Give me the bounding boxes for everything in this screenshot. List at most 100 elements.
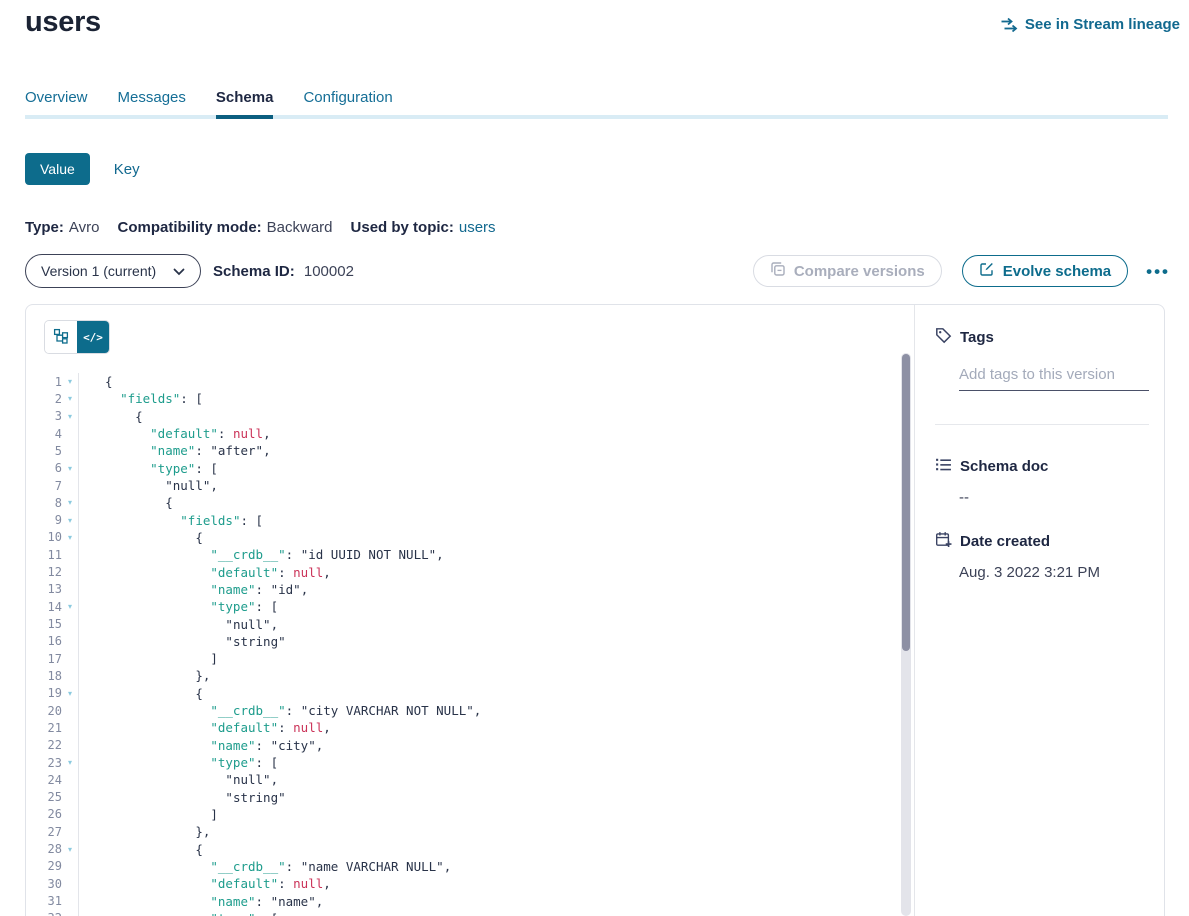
code-text: "name": "after", (78, 443, 271, 458)
collapse-toggle[interactable]: ▾ (62, 845, 78, 854)
code-line: 29 "__crdb__": "name VARCHAR NULL", (26, 858, 914, 875)
value-toggle-button[interactable]: Value (25, 153, 90, 185)
code-view-button[interactable]: </> (77, 321, 109, 353)
code-line: 10▾ { (26, 529, 914, 546)
line-number: 9 (26, 513, 62, 527)
see-in-stream-lineage-link[interactable]: See in Stream lineage (1000, 16, 1180, 33)
evolve-schema-button[interactable]: Evolve schema (962, 255, 1128, 287)
schema-doc-section: Schema doc -- (935, 456, 1149, 506)
sidebar-divider (935, 424, 1149, 425)
meta-value: Avro (69, 219, 100, 236)
code-text: "__crdb__": "id UUID NOT NULL", (78, 547, 444, 562)
code-text: { (78, 374, 113, 389)
code-text: "default": null, (78, 426, 271, 441)
schema-panel: </> 1▾{2▾ "fields": [3▾ {4 "default": nu… (25, 304, 1165, 916)
code-line: 11 "__crdb__": "id UUID NOT NULL", (26, 546, 914, 563)
tree-view-button[interactable] (45, 321, 77, 353)
tags-section: Tags (935, 327, 1149, 391)
line-number: 2 (26, 392, 62, 406)
date-created-section: Date created Aug. 3 2022 3:21 PM (935, 531, 1149, 581)
line-number: 19 (26, 686, 62, 700)
line-number: 14 (26, 600, 62, 614)
more-options-button[interactable]: ••• (1144, 259, 1172, 284)
line-number: 25 (26, 790, 62, 804)
compare-versions-icon (770, 261, 786, 281)
chevron-down-icon (173, 263, 185, 279)
schema-page: users See in Stream lineage Overview Mess… (0, 0, 1189, 916)
code-line: 3▾ { (26, 408, 914, 425)
collapse-toggle[interactable]: ▾ (62, 533, 78, 542)
code-pane: </> 1▾{2▾ "fields": [3▾ {4 "default": nu… (26, 305, 914, 916)
collapse-toggle[interactable]: ▾ (62, 394, 78, 403)
code-line: 1▾{ (26, 373, 914, 390)
tab-overview[interactable]: Overview (25, 89, 88, 115)
collapse-toggle[interactable]: ▾ (62, 516, 78, 525)
schema-id-value: 100002 (304, 263, 354, 280)
code-line: 4 "default": null, (26, 425, 914, 442)
date-created-title: Date created (960, 533, 1050, 551)
schema-id: Schema ID: 100002 (213, 263, 354, 280)
scrollbar[interactable] (901, 353, 911, 916)
used-by-topic-link[interactable]: users (459, 219, 496, 236)
meta-item: Type:Avro (25, 219, 99, 236)
meta-item: Used by topic:users (351, 219, 496, 236)
line-number: 21 (26, 721, 62, 735)
collapse-toggle[interactable]: ▾ (62, 689, 78, 698)
stream-lineage-icon (1000, 17, 1018, 33)
page-title: users (25, 6, 101, 39)
tabs-underline (25, 115, 1168, 119)
line-number: 29 (26, 859, 62, 873)
code-line: 24 "null", (26, 771, 914, 788)
date-created-value: Aug. 3 2022 3:21 PM (959, 564, 1149, 581)
code-text: { (78, 842, 203, 857)
code-text: ] (78, 651, 218, 666)
code-text: "name": "city", (78, 738, 323, 753)
tab-messages[interactable]: Messages (118, 89, 186, 115)
schema-meta: Type:Avro Compatibility mode:Backward Used… (25, 219, 496, 236)
line-number: 13 (26, 582, 62, 596)
code-text: "null", (78, 478, 218, 493)
list-icon (935, 456, 952, 478)
collapse-toggle[interactable]: ▾ (62, 602, 78, 611)
code-text: "type": [ (78, 755, 278, 770)
code-text: "null", (78, 772, 278, 787)
code-line: 9▾ "fields": [ (26, 512, 914, 529)
code-text: { (78, 530, 203, 545)
code-line: 31 "name": "name", (26, 892, 914, 909)
line-number: 5 (26, 444, 62, 458)
compare-versions-button[interactable]: Compare versions (753, 255, 942, 287)
collapse-toggle[interactable]: ▾ (62, 498, 78, 507)
code-line: 16 "string" (26, 633, 914, 650)
tab-configuration[interactable]: Configuration (303, 89, 392, 115)
code-line: 32▾ "type": [ (26, 910, 914, 916)
version-select[interactable]: Version 1 (current) (25, 254, 201, 288)
code-text: "string" (78, 634, 286, 649)
code-text: }, (78, 668, 210, 683)
key-toggle-button[interactable]: Key (114, 161, 140, 178)
tab-schema[interactable]: Schema (216, 89, 274, 115)
schema-doc-title: Schema doc (960, 458, 1048, 476)
code-text: { (78, 409, 143, 424)
code-line: 17 ] (26, 650, 914, 667)
code-line: 30 "default": null, (26, 875, 914, 892)
code-line: 14▾ "type": [ (26, 598, 914, 615)
line-number: 30 (26, 877, 62, 891)
collapse-toggle[interactable]: ▾ (62, 758, 78, 767)
line-number: 24 (26, 773, 62, 787)
collapse-toggle[interactable]: ▾ (62, 377, 78, 386)
tags-input[interactable] (959, 366, 1149, 391)
code-line: 7 "null", (26, 477, 914, 494)
scrollbar-thumb[interactable] (902, 354, 910, 651)
schema-doc-value: -- (959, 489, 1149, 506)
line-number: 1 (26, 375, 62, 389)
collapse-toggle[interactable]: ▾ (62, 464, 78, 473)
code-text: ] (78, 807, 218, 822)
code-text: "name": "id", (78, 582, 308, 597)
meta-value: Backward (267, 219, 333, 236)
code-text: "type": [ (78, 461, 218, 476)
code-line: 21 "default": null, (26, 719, 914, 736)
line-number: 26 (26, 807, 62, 821)
code-line: 12 "default": null, (26, 563, 914, 580)
collapse-toggle[interactable]: ▾ (62, 412, 78, 421)
meta-item: Compatibility mode:Backward (117, 219, 332, 236)
